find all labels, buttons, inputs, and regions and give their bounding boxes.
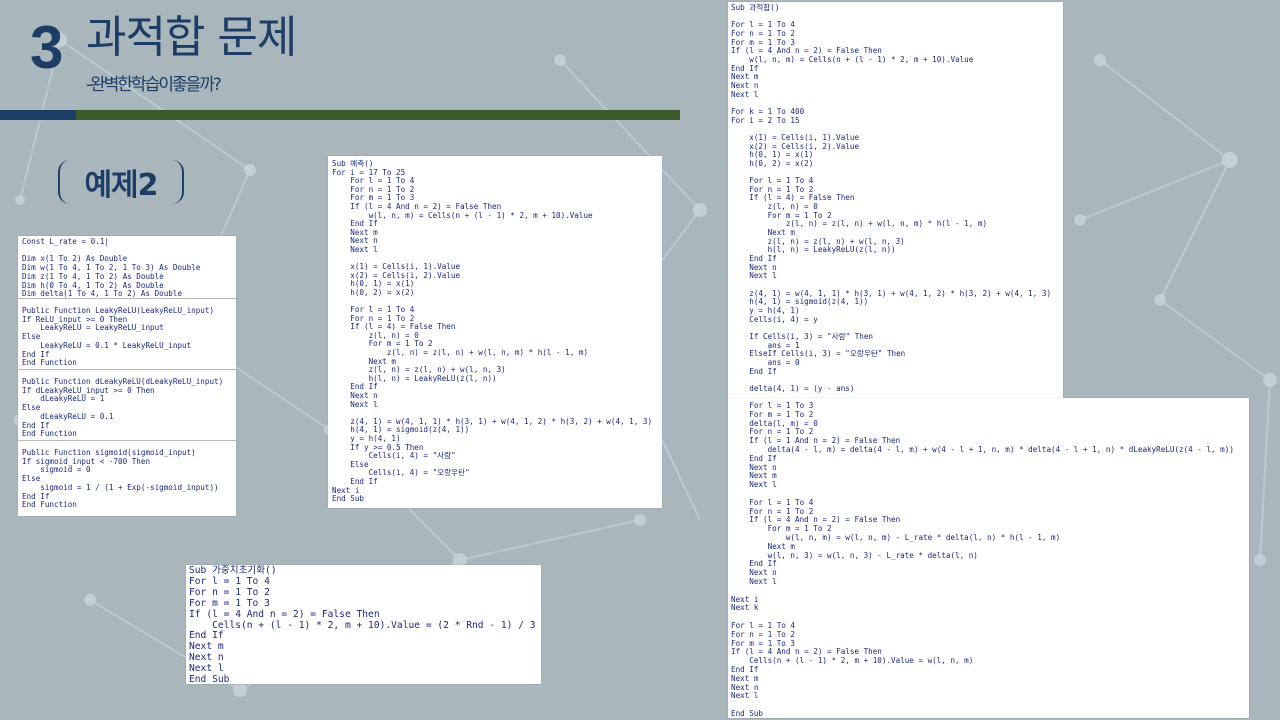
code-panel-overfit-top: Sub 과적합() For l = 1 To 4 For n = 1 To 2 … <box>728 2 1063 398</box>
code-init-weights-sub: Sub 가중치초기화() For l = 1 To 4 For n = 1 To… <box>189 565 536 684</box>
code-predict-sub: Sub 예측() For i = 17 To 25 For l = 1 To 4… <box>332 159 653 504</box>
header-rule-green <box>76 110 680 120</box>
slide-subtitle: -완벽한학습이좋을까? <box>86 75 222 95</box>
code-panel-predict: Sub 예측() For i = 17 To 25 For l = 1 To 4… <box>328 156 662 508</box>
code-sigmoid-function: Public Function sigmoid(sigmoid_input) I… <box>22 448 219 510</box>
section-number: 3 <box>30 14 64 81</box>
code-overfit-sub-bottom: For l = 1 To 3 For m = 1 To 2 delta(l, m… <box>731 401 1234 718</box>
code-declarations: Const L_rate = 0.1| Dim x(1 To 2) As Dou… <box>22 237 201 299</box>
example-label: 예제2 <box>58 160 184 204</box>
slide-title: 과적합 문제 <box>86 12 297 63</box>
code-overfit-sub-top: Sub 과적합() For l = 1 To 4 For n = 1 To 2 … <box>731 3 1052 393</box>
code-leaky-relu-function: Public Function LeakyReLU(LeakyReLU_inpu… <box>22 306 215 368</box>
code-panel-declarations-functions: Const L_rate = 0.1| Dim x(1 To 2) As Dou… <box>18 236 236 516</box>
code-d-leaky-relu-function: Public Function dLeakyReLU(dLeakyReLU_in… <box>22 377 224 439</box>
header-rule-blue <box>0 110 76 120</box>
code-panel-overfit-bottom: For l = 1 To 3 For m = 1 To 2 delta(l, m… <box>728 398 1249 718</box>
code-panel-init-weights: Sub 가중치초기화() For l = 1 To 4 For n = 1 To… <box>186 565 541 684</box>
